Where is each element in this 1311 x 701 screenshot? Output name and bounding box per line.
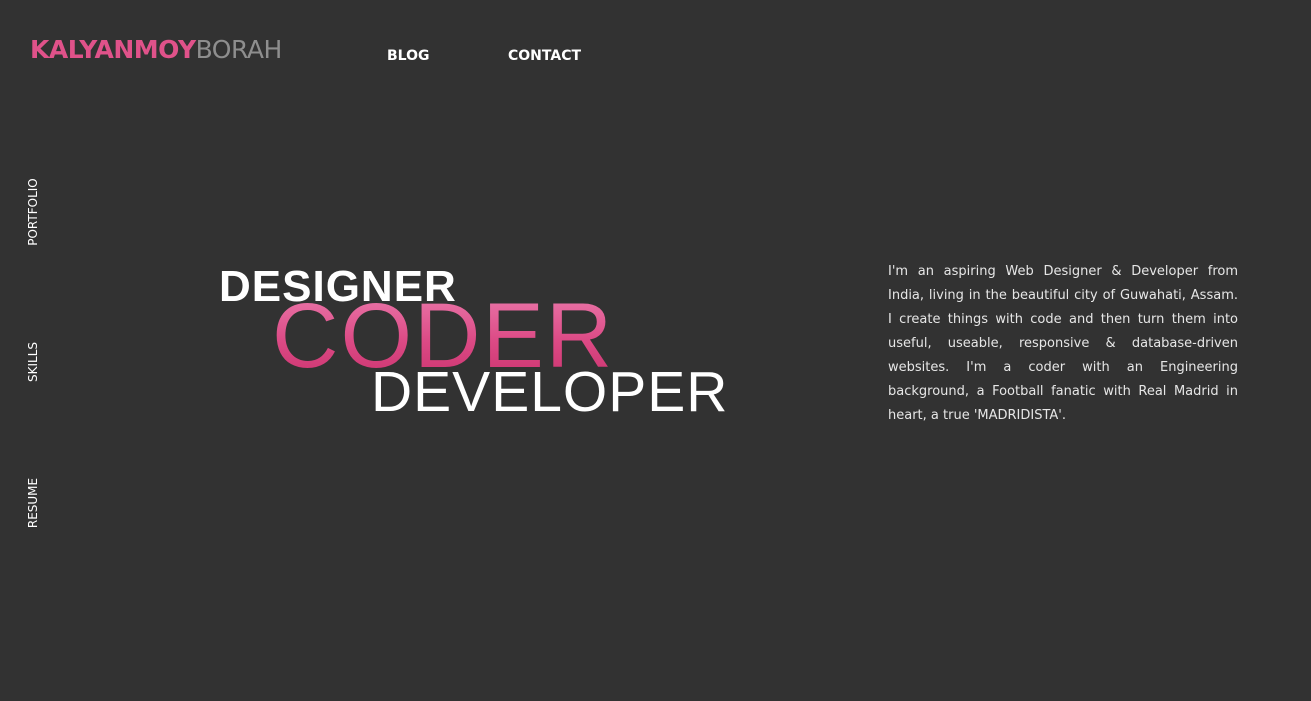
nav-link-contact[interactable]: CONTACT (508, 47, 581, 65)
side-link-portfolio[interactable]: PORTFOLIO (26, 178, 40, 246)
bio-paragraph: I'm an aspiring Web Designer & Developer… (888, 264, 1238, 423)
site-logo[interactable]: KALYANMOYBORAH (30, 35, 282, 65)
logo-first-name: KALYANMOY (30, 35, 196, 64)
side-link-skills[interactable]: SKILLS (26, 342, 40, 382)
hero-word-developer: DEVELOPER (371, 360, 729, 424)
nav-link-blog[interactable]: BLOG (387, 47, 430, 65)
side-link-resume[interactable]: RESUME (26, 478, 40, 528)
logo-last-name: BORAH (195, 35, 283, 64)
